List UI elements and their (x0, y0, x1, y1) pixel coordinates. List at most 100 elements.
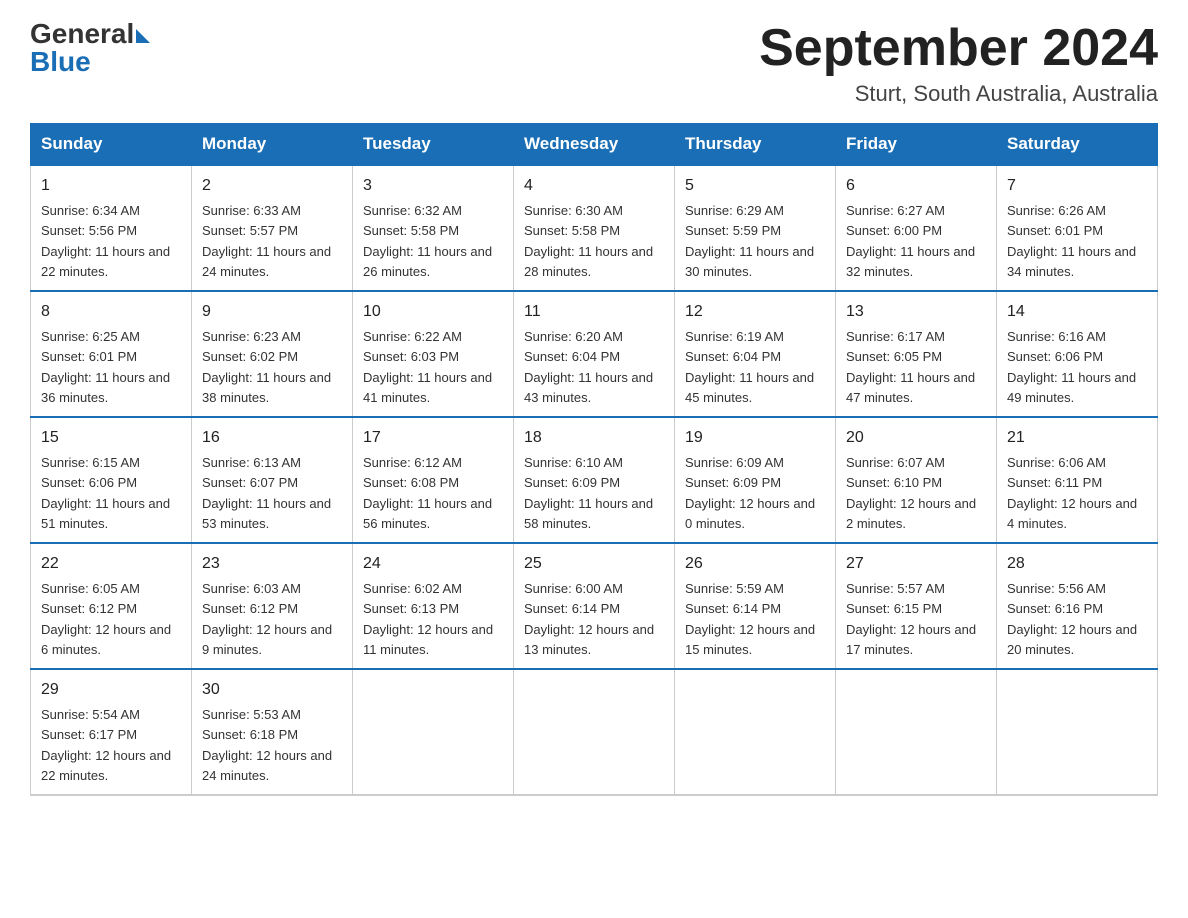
table-row: 3 Sunrise: 6:32 AMSunset: 5:58 PMDayligh… (353, 165, 514, 291)
day-number: 20 (846, 426, 986, 450)
calendar-week-row: 1 Sunrise: 6:34 AMSunset: 5:56 PMDayligh… (31, 165, 1158, 291)
table-row: 25 Sunrise: 6:00 AMSunset: 6:14 PMDaylig… (514, 543, 675, 669)
day-info: Sunrise: 5:57 AMSunset: 6:15 PMDaylight:… (846, 581, 976, 657)
logo-blue: Blue (30, 46, 91, 77)
day-number: 23 (202, 552, 342, 576)
day-number: 19 (685, 426, 825, 450)
day-number: 12 (685, 300, 825, 324)
location-title: Sturt, South Australia, Australia (759, 81, 1158, 107)
table-row: 23 Sunrise: 6:03 AMSunset: 6:12 PMDaylig… (192, 543, 353, 669)
day-number: 15 (41, 426, 181, 450)
day-info: Sunrise: 6:32 AMSunset: 5:58 PMDaylight:… (363, 203, 492, 279)
table-row: 9 Sunrise: 6:23 AMSunset: 6:02 PMDayligh… (192, 291, 353, 417)
header-tuesday: Tuesday (353, 124, 514, 166)
calendar-table: Sunday Monday Tuesday Wednesday Thursday… (30, 123, 1158, 796)
day-number: 29 (41, 678, 181, 702)
day-info: Sunrise: 6:12 AMSunset: 6:08 PMDaylight:… (363, 455, 492, 531)
day-number: 4 (524, 174, 664, 198)
table-row (353, 669, 514, 795)
table-row: 20 Sunrise: 6:07 AMSunset: 6:10 PMDaylig… (836, 417, 997, 543)
table-row: 7 Sunrise: 6:26 AMSunset: 6:01 PMDayligh… (997, 165, 1158, 291)
day-number: 5 (685, 174, 825, 198)
day-info: Sunrise: 6:10 AMSunset: 6:09 PMDaylight:… (524, 455, 653, 531)
header-wednesday: Wednesday (514, 124, 675, 166)
table-row: 29 Sunrise: 5:54 AMSunset: 6:17 PMDaylig… (31, 669, 192, 795)
day-info: Sunrise: 6:34 AMSunset: 5:56 PMDaylight:… (41, 203, 170, 279)
day-info: Sunrise: 5:59 AMSunset: 6:14 PMDaylight:… (685, 581, 815, 657)
day-number: 10 (363, 300, 503, 324)
day-number: 27 (846, 552, 986, 576)
calendar-week-row: 29 Sunrise: 5:54 AMSunset: 6:17 PMDaylig… (31, 669, 1158, 795)
table-row: 18 Sunrise: 6:10 AMSunset: 6:09 PMDaylig… (514, 417, 675, 543)
day-info: Sunrise: 6:33 AMSunset: 5:57 PMDaylight:… (202, 203, 331, 279)
day-number: 2 (202, 174, 342, 198)
day-info: Sunrise: 6:16 AMSunset: 6:06 PMDaylight:… (1007, 329, 1136, 405)
day-number: 26 (685, 552, 825, 576)
table-row: 2 Sunrise: 6:33 AMSunset: 5:57 PMDayligh… (192, 165, 353, 291)
calendar-week-row: 22 Sunrise: 6:05 AMSunset: 6:12 PMDaylig… (31, 543, 1158, 669)
table-row: 28 Sunrise: 5:56 AMSunset: 6:16 PMDaylig… (997, 543, 1158, 669)
day-info: Sunrise: 6:22 AMSunset: 6:03 PMDaylight:… (363, 329, 492, 405)
day-info: Sunrise: 6:07 AMSunset: 6:10 PMDaylight:… (846, 455, 976, 531)
table-row: 17 Sunrise: 6:12 AMSunset: 6:08 PMDaylig… (353, 417, 514, 543)
header-friday: Friday (836, 124, 997, 166)
day-info: Sunrise: 5:53 AMSunset: 6:18 PMDaylight:… (202, 707, 332, 783)
day-info: Sunrise: 6:06 AMSunset: 6:11 PMDaylight:… (1007, 455, 1137, 531)
table-row: 16 Sunrise: 6:13 AMSunset: 6:07 PMDaylig… (192, 417, 353, 543)
month-title: September 2024 (759, 20, 1158, 77)
day-info: Sunrise: 6:30 AMSunset: 5:58 PMDaylight:… (524, 203, 653, 279)
table-row (514, 669, 675, 795)
day-info: Sunrise: 6:00 AMSunset: 6:14 PMDaylight:… (524, 581, 654, 657)
day-number: 24 (363, 552, 503, 576)
logo: General Blue (30, 20, 150, 76)
table-row: 8 Sunrise: 6:25 AMSunset: 6:01 PMDayligh… (31, 291, 192, 417)
day-number: 28 (1007, 552, 1147, 576)
day-info: Sunrise: 6:17 AMSunset: 6:05 PMDaylight:… (846, 329, 975, 405)
day-info: Sunrise: 5:56 AMSunset: 6:16 PMDaylight:… (1007, 581, 1137, 657)
day-number: 1 (41, 174, 181, 198)
day-number: 17 (363, 426, 503, 450)
day-info: Sunrise: 5:54 AMSunset: 6:17 PMDaylight:… (41, 707, 171, 783)
calendar-week-row: 15 Sunrise: 6:15 AMSunset: 6:06 PMDaylig… (31, 417, 1158, 543)
table-row: 15 Sunrise: 6:15 AMSunset: 6:06 PMDaylig… (31, 417, 192, 543)
table-row: 26 Sunrise: 5:59 AMSunset: 6:14 PMDaylig… (675, 543, 836, 669)
title-area: September 2024 Sturt, South Australia, A… (759, 20, 1158, 107)
table-row: 1 Sunrise: 6:34 AMSunset: 5:56 PMDayligh… (31, 165, 192, 291)
calendar-week-row: 8 Sunrise: 6:25 AMSunset: 6:01 PMDayligh… (31, 291, 1158, 417)
table-row: 4 Sunrise: 6:30 AMSunset: 5:58 PMDayligh… (514, 165, 675, 291)
day-info: Sunrise: 6:23 AMSunset: 6:02 PMDaylight:… (202, 329, 331, 405)
header-thursday: Thursday (675, 124, 836, 166)
day-number: 11 (524, 300, 664, 324)
day-number: 16 (202, 426, 342, 450)
day-info: Sunrise: 6:19 AMSunset: 6:04 PMDaylight:… (685, 329, 814, 405)
day-info: Sunrise: 6:15 AMSunset: 6:06 PMDaylight:… (41, 455, 170, 531)
day-number: 14 (1007, 300, 1147, 324)
day-number: 6 (846, 174, 986, 198)
day-number: 3 (363, 174, 503, 198)
day-number: 25 (524, 552, 664, 576)
day-number: 13 (846, 300, 986, 324)
table-row (836, 669, 997, 795)
table-row (997, 669, 1158, 795)
day-number: 8 (41, 300, 181, 324)
table-row (675, 669, 836, 795)
day-number: 21 (1007, 426, 1147, 450)
table-row: 6 Sunrise: 6:27 AMSunset: 6:00 PMDayligh… (836, 165, 997, 291)
table-row: 30 Sunrise: 5:53 AMSunset: 6:18 PMDaylig… (192, 669, 353, 795)
day-info: Sunrise: 6:05 AMSunset: 6:12 PMDaylight:… (41, 581, 171, 657)
calendar-header-row: Sunday Monday Tuesday Wednesday Thursday… (31, 124, 1158, 166)
day-number: 30 (202, 678, 342, 702)
page-header: General Blue September 2024 Sturt, South… (30, 20, 1158, 107)
table-row: 22 Sunrise: 6:05 AMSunset: 6:12 PMDaylig… (31, 543, 192, 669)
logo-general: General (30, 20, 134, 48)
day-info: Sunrise: 6:02 AMSunset: 6:13 PMDaylight:… (363, 581, 493, 657)
table-row: 5 Sunrise: 6:29 AMSunset: 5:59 PMDayligh… (675, 165, 836, 291)
day-number: 7 (1007, 174, 1147, 198)
day-info: Sunrise: 6:25 AMSunset: 6:01 PMDaylight:… (41, 329, 170, 405)
table-row: 27 Sunrise: 5:57 AMSunset: 6:15 PMDaylig… (836, 543, 997, 669)
header-saturday: Saturday (997, 124, 1158, 166)
table-row: 21 Sunrise: 6:06 AMSunset: 6:11 PMDaylig… (997, 417, 1158, 543)
day-info: Sunrise: 6:13 AMSunset: 6:07 PMDaylight:… (202, 455, 331, 531)
table-row: 13 Sunrise: 6:17 AMSunset: 6:05 PMDaylig… (836, 291, 997, 417)
day-info: Sunrise: 6:27 AMSunset: 6:00 PMDaylight:… (846, 203, 975, 279)
